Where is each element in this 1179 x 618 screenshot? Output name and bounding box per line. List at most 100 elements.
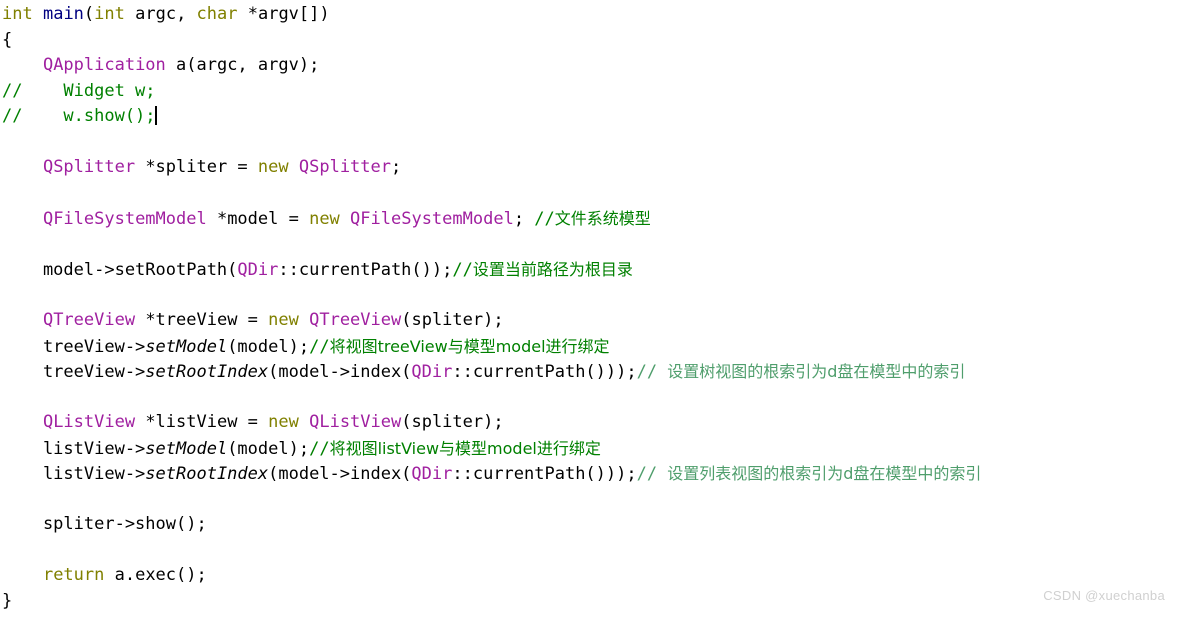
code-token: new — [268, 310, 299, 330]
code-token: } — [2, 590, 13, 611]
code-token: QDir — [411, 464, 453, 484]
code-line: int main(int argc, char *argv[]) — [2, 2, 981, 28]
code-token: ( — [83, 4, 95, 24]
code-token: QSplitter — [42, 157, 136, 177]
code-token: 设置列表视图的根索引为d盘在模型中的索引 — [657, 464, 982, 483]
code-token: char — [196, 4, 238, 24]
code-token: 设置树视图的根索引为d盘在模型中的索引 — [657, 362, 966, 381]
code-line: listView->setRootIndex(model->index(QDir… — [2, 461, 982, 487]
code-line: QSplitter *spliter = new QSplitter; — [2, 155, 981, 181]
code-token: ::currentPath()); — [278, 260, 453, 280]
code-token: QFileSystemModel — [42, 209, 207, 229]
code-token: // Widget w; — [2, 80, 156, 101]
code-line: QApplication a(argc, argv); — [2, 53, 981, 79]
code-token: QTreeView — [309, 310, 402, 330]
code-token: QListView — [42, 412, 136, 432]
code-token: ; — [513, 209, 535, 229]
code-line: model->setRootPath(QDir::currentPath());… — [2, 257, 981, 283]
code-token: a(argc, argv); — [165, 55, 320, 75]
code-token: QSplitter — [298, 157, 391, 177]
code-line: treeView->setRootIndex(model->index(QDir… — [2, 359, 981, 385]
code-editor-text-area[interactable]: int main(int argc, char *argv[]){ QAppli… — [0, 0, 981, 614]
code-token: // — [636, 464, 658, 484]
code-token: // w.show(); — [2, 106, 156, 126]
code-token: listView-> — [2, 464, 146, 484]
code-token: setRootIndex — [145, 362, 269, 382]
code-token: 将视图treeView与模型model进行绑定 — [329, 336, 610, 356]
code-line: QTreeView *treeView = new QTreeView(spli… — [2, 308, 981, 334]
code-token: ; — [391, 157, 402, 177]
code-token: main — [42, 4, 84, 24]
code-token: return — [42, 565, 105, 585]
code-token: QDir — [411, 362, 453, 382]
csdn-watermark: CSDN @xuechanba — [1043, 587, 1165, 603]
text-caret — [154, 106, 157, 125]
code-token: 设置当前路径为根目录 — [472, 260, 633, 279]
code-token: model->setRootPath( — [2, 260, 238, 280]
code-token: QTreeView — [42, 310, 136, 330]
code-token: 文件系统模型 — [554, 209, 651, 228]
code-token: (spliter); — [401, 412, 504, 432]
code-token: QListView — [309, 412, 402, 432]
code-line: listView->setModel(model);//将视图listView与… — [2, 436, 981, 462]
code-token: (model); — [227, 336, 310, 357]
code-token: 将视图listView与模型model进行绑定 — [329, 438, 601, 458]
code-token: new — [268, 412, 299, 432]
code-token: new — [309, 209, 340, 229]
code-line: { — [2, 28, 981, 54]
code-token: *argv[]) — [237, 4, 330, 24]
code-token: QApplication — [42, 55, 166, 75]
code-token: *treeView = — [135, 310, 269, 330]
code-token: new — [257, 157, 289, 177]
code-line: QFileSystemModel *model = new QFileSyste… — [2, 206, 981, 232]
code-token: *spliter = — [135, 157, 258, 177]
code-token: treeView-> — [2, 362, 146, 382]
code-token: // — [636, 362, 658, 382]
code-token: treeView-> — [2, 336, 146, 357]
code-token: // — [309, 336, 330, 357]
code-token: int — [2, 4, 33, 24]
code-token: *listView = — [135, 412, 269, 432]
code-token: (spliter); — [401, 310, 504, 330]
code-token: (model->index( — [268, 362, 412, 382]
code-token: QFileSystemModel — [350, 209, 514, 229]
code-token: spliter->show(); — [2, 514, 207, 534]
code-line: return a.exec(); — [2, 563, 981, 589]
code-screenshot: int main(int argc, char *argv[]){ QAppli… — [0, 0, 1179, 618]
code-token: ::currentPath())); — [452, 464, 637, 484]
code-token: a.exec(); — [104, 565, 207, 585]
code-token: // — [309, 438, 330, 459]
code-token: *model = — [206, 209, 310, 229]
code-token: ::currentPath())); — [452, 362, 637, 382]
code-line: // Widget w; — [2, 79, 981, 105]
code-token: { — [2, 29, 13, 50]
code-token: QDir — [237, 260, 279, 280]
code-token: argc, — [124, 4, 197, 24]
code-line: treeView->setModel(model);//将视图treeView与… — [2, 334, 981, 360]
code-token: setModel — [145, 438, 228, 459]
code-line: } — [2, 589, 981, 615]
code-line: QListView *listView = new QListView(spli… — [2, 410, 981, 436]
code-line: // w.show(); — [2, 104, 981, 130]
code-token: listView-> — [2, 438, 146, 459]
code-token: // — [452, 260, 473, 280]
code-token: (model); — [227, 438, 310, 459]
code-line: spliter->show(); — [2, 512, 981, 538]
code-token: setModel — [145, 336, 228, 357]
